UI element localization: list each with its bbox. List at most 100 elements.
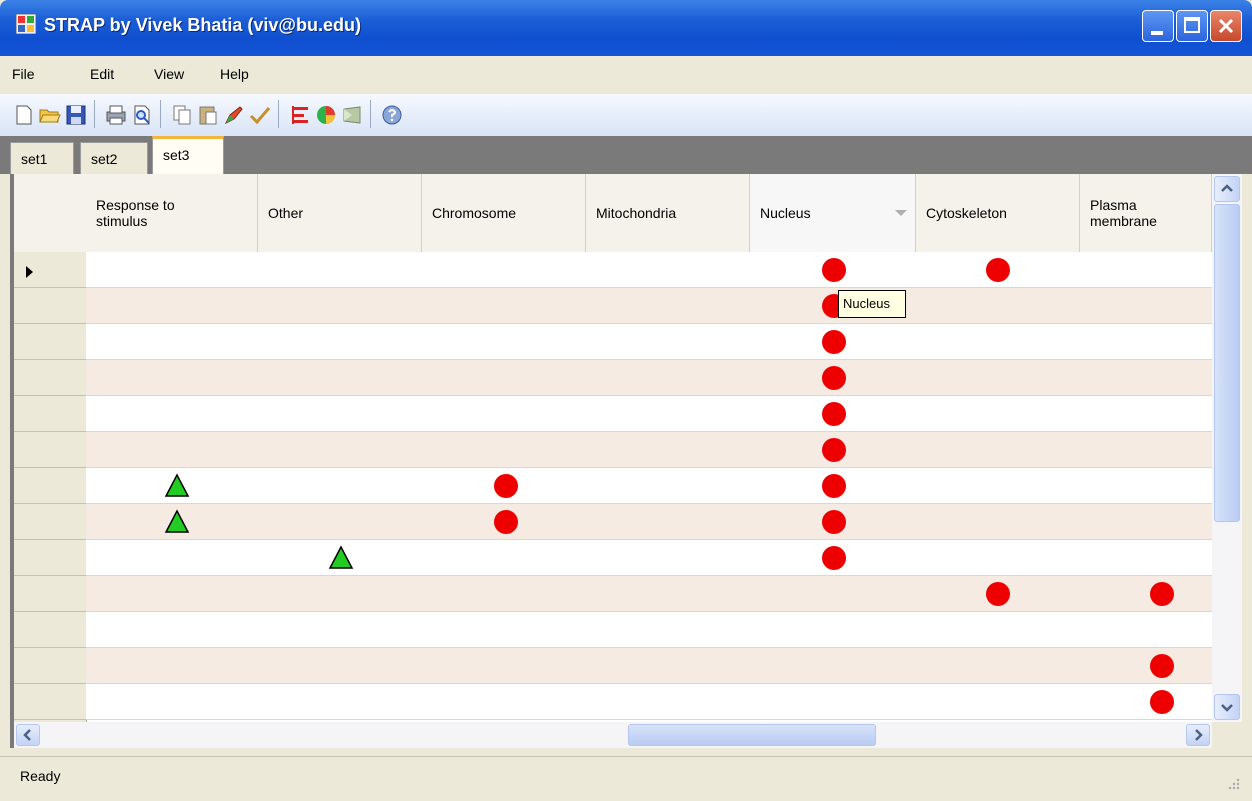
row-header-cell[interactable] <box>14 684 86 720</box>
circle-marker-icon <box>822 366 846 390</box>
app-window: STRAP by Vivek Bhatia (viv@bu.edu) File … <box>0 0 1252 801</box>
vertical-scrollbar[interactable] <box>1212 174 1242 722</box>
table-row[interactable] <box>86 468 1212 504</box>
menu-file[interactable]: File <box>12 66 35 82</box>
scroll-right-button[interactable] <box>1186 724 1210 746</box>
toolbar-separator <box>160 100 161 128</box>
chevron-right-icon <box>1195 729 1203 741</box>
tab-set3[interactable]: set3 <box>152 136 224 174</box>
close-icon <box>1218 18 1234 34</box>
open-folder-icon[interactable] <box>38 103 62 127</box>
column-header-nucleus[interactable]: Nucleus <box>750 174 916 252</box>
table-row[interactable] <box>86 252 1212 288</box>
menu-help[interactable]: Help <box>220 66 249 82</box>
row-header-cell[interactable] <box>14 468 86 504</box>
check-icon[interactable] <box>248 103 272 127</box>
circle-marker-icon <box>822 438 846 462</box>
scroll-up-button[interactable] <box>1214 176 1240 202</box>
table-row[interactable] <box>86 576 1212 612</box>
toolbar-separator <box>94 100 95 128</box>
venn-icon[interactable] <box>340 103 364 127</box>
horizontal-scroll-thumb[interactable] <box>628 724 876 746</box>
help-icon[interactable] <box>380 103 404 127</box>
copy-icon[interactable] <box>170 103 194 127</box>
table-row[interactable] <box>86 324 1212 360</box>
vertical-scroll-thumb[interactable] <box>1214 204 1240 522</box>
chevron-down-icon <box>1221 704 1233 712</box>
minimize-button[interactable] <box>1142 10 1174 42</box>
circle-marker-icon <box>494 474 518 498</box>
row-header-cell[interactable] <box>14 576 86 612</box>
column-header-label: Nucleus <box>760 205 811 221</box>
column-header-label: Mitochondria <box>596 205 677 221</box>
table-row[interactable] <box>86 504 1212 540</box>
circle-marker-icon <box>1150 690 1174 714</box>
circle-marker-icon <box>1150 654 1174 678</box>
close-button[interactable] <box>1210 10 1242 42</box>
paste-icon[interactable] <box>196 103 220 127</box>
row-header-cell[interactable] <box>14 324 86 360</box>
column-header-mitochondria[interactable]: Mitochondria <box>586 174 750 252</box>
column-header-chromosome[interactable]: Chromosome <box>422 174 586 252</box>
row-header-cell[interactable] <box>14 252 86 288</box>
column-header-label: Cytoskeleton <box>926 205 1007 221</box>
menu-bar: File Edit View Help <box>0 56 1252 94</box>
menu-view[interactable]: View <box>154 66 184 82</box>
column-header-label: Other <box>268 205 304 221</box>
tab-set2[interactable]: set2 <box>80 142 148 174</box>
status-text: Ready <box>20 768 61 784</box>
row-header-cell[interactable] <box>14 612 86 648</box>
menu-edit[interactable]: Edit <box>90 66 114 82</box>
column-header-response-to-stimulus[interactable]: Response to stimulus <box>86 174 258 252</box>
circle-marker-icon <box>822 258 846 282</box>
row-header-cell[interactable] <box>14 540 86 576</box>
circle-marker-icon <box>1150 582 1174 606</box>
title-bar[interactable]: STRAP by Vivek Bhatia (viv@bu.edu) <box>0 0 1252 56</box>
table-row[interactable] <box>86 288 1212 324</box>
horizontal-scrollbar[interactable] <box>14 722 1212 748</box>
print-preview-icon[interactable] <box>130 103 154 127</box>
new-file-icon[interactable] <box>12 103 36 127</box>
circle-marker-icon <box>822 402 846 426</box>
row-header-cell[interactable] <box>14 360 86 396</box>
table-row[interactable] <box>86 648 1212 684</box>
column-header-label: Chromosome <box>432 205 517 221</box>
column-header-other[interactable]: Other <box>258 174 422 252</box>
print-icon[interactable] <box>104 103 128 127</box>
circle-marker-icon <box>822 510 846 534</box>
table-row[interactable] <box>86 612 1212 648</box>
table-row[interactable] <box>86 360 1212 396</box>
row-header-cell[interactable] <box>14 648 86 684</box>
table-row[interactable] <box>86 684 1212 720</box>
row-header-cell[interactable] <box>14 504 86 540</box>
scroll-left-button[interactable] <box>16 724 40 746</box>
pie-chart-icon[interactable] <box>314 103 338 127</box>
chevron-up-icon <box>1221 184 1233 192</box>
maximize-button[interactable] <box>1176 10 1208 42</box>
pen-icon[interactable] <box>222 103 246 127</box>
table-row[interactable] <box>86 432 1212 468</box>
bar-chart-icon[interactable] <box>288 103 312 127</box>
resize-grip-icon[interactable] <box>1226 776 1240 790</box>
circle-marker-icon <box>494 510 518 534</box>
scroll-down-button[interactable] <box>1214 694 1240 720</box>
triangle-marker-icon <box>164 473 190 497</box>
app-icon <box>16 14 36 34</box>
save-icon[interactable] <box>64 103 88 127</box>
row-header-cell[interactable] <box>14 432 86 468</box>
circle-marker-icon <box>822 546 846 570</box>
row-header-cell[interactable] <box>14 396 86 432</box>
row-header-cell[interactable] <box>14 288 86 324</box>
column-header-cytoskeleton[interactable]: Cytoskeleton <box>916 174 1080 252</box>
table-row[interactable] <box>86 540 1212 576</box>
circle-marker-icon <box>986 258 1010 282</box>
circle-marker-icon <box>822 474 846 498</box>
status-bar <box>0 756 1252 801</box>
column-header-plasma-membrane[interactable]: Plasma membrane <box>1080 174 1212 252</box>
tab-set1[interactable]: set1 <box>10 142 74 174</box>
scrollbar-corner <box>1212 722 1242 748</box>
window-title: STRAP by Vivek Bhatia (viv@bu.edu) <box>44 15 361 35</box>
table-row[interactable] <box>86 396 1212 432</box>
toolbar-separator <box>278 100 279 128</box>
column-header-label: Plasma membrane <box>1090 197 1157 229</box>
